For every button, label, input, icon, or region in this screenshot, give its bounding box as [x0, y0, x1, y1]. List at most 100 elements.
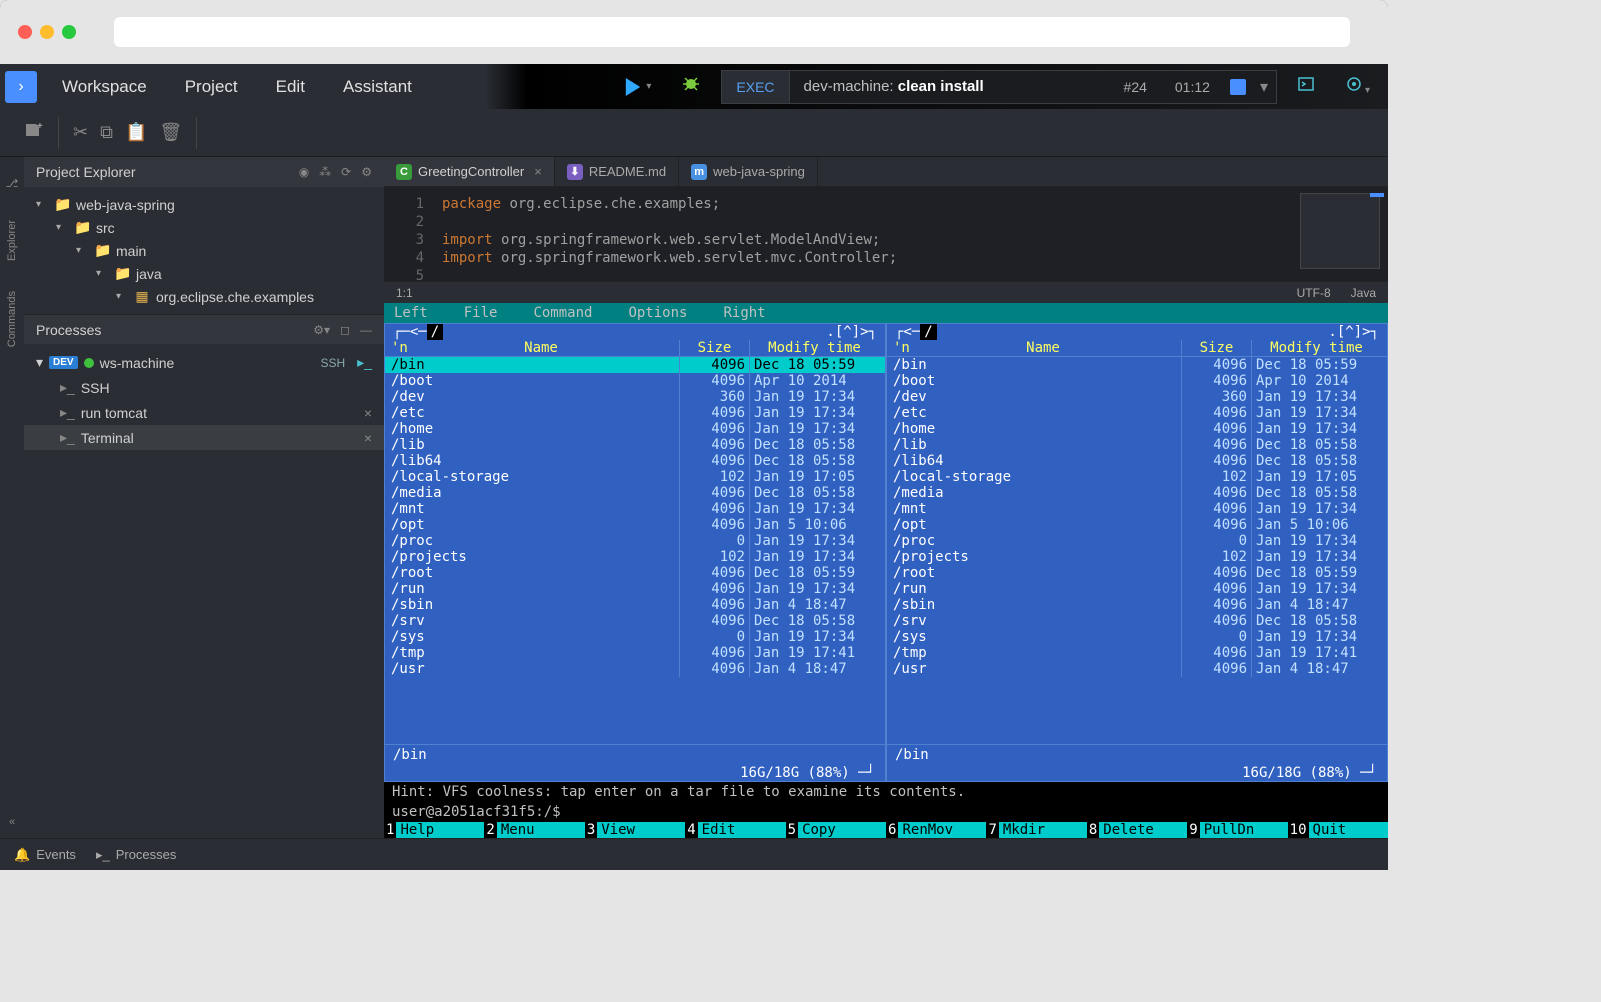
tree-node[interactable]: ▾📁main	[24, 239, 384, 262]
mc-menu-bar[interactable]: Left File Command Options Right	[384, 303, 1388, 323]
processes-minimize-icon[interactable]: —	[360, 323, 372, 337]
mc-fkey-3[interactable]: 3View	[585, 822, 685, 838]
mc-file-row[interactable]: /sys0Jan 19 17:34	[887, 629, 1387, 645]
editor-tab[interactable]: CGreetingController×	[384, 157, 555, 186]
collapse-rail-icon[interactable]: «	[9, 816, 15, 828]
menu-workspace[interactable]: Workspace	[62, 77, 147, 97]
code-editor[interactable]: 12345 package org.eclipse.che.examples; …	[384, 187, 1388, 281]
mc-file-row[interactable]: /sys0Jan 19 17:34	[385, 629, 885, 645]
mc-file-row[interactable]: /run4096Jan 19 17:34	[887, 581, 1387, 597]
mc-file-row[interactable]: /usr4096Jan 4 18:47	[385, 661, 885, 677]
expand-menu-button[interactable]: ›	[5, 71, 37, 103]
mc-file-row[interactable]: /dev360Jan 19 17:34	[887, 389, 1387, 405]
mc-col-name[interactable]: Name	[403, 340, 679, 356]
menu-project[interactable]: Project	[185, 77, 238, 97]
mc-fkey-9[interactable]: 9PullDn	[1187, 822, 1287, 838]
collapse-all-icon[interactable]: ⁂	[319, 165, 331, 179]
mc-file-row[interactable]: /media4096Dec 18 05:58	[887, 485, 1387, 501]
processes-maximize-icon[interactable]: ◻	[340, 323, 350, 337]
processes-tree[interactable]: ▾ DEV ws-machine SSH ▸_ ▸_SSH▸_run tomca…	[24, 344, 384, 456]
mc-col-mtime[interactable]: Modify time	[749, 340, 879, 356]
close-icon[interactable]: ×	[364, 405, 372, 421]
terminal[interactable]: Left File Command Options Right ┌─<─ /.[^]>┐…	[384, 303, 1388, 838]
mc-fkey-7[interactable]: 7Mkdir	[986, 822, 1086, 838]
mc-file-row[interactable]: /proc0Jan 19 17:34	[887, 533, 1387, 549]
mc-file-row[interactable]: /run4096Jan 19 17:34	[385, 581, 885, 597]
mc-col-size[interactable]: Size	[679, 340, 749, 356]
mc-fkey-10[interactable]: 10Quit	[1288, 822, 1388, 838]
mc-file-row[interactable]: /boot4096Apr 10 2014	[887, 373, 1387, 389]
editor-tab[interactable]: ⬇README.md	[555, 157, 679, 186]
paste-button[interactable]: 📋	[125, 122, 147, 143]
mc-file-row[interactable]: /opt4096Jan 5 10:06	[887, 517, 1387, 533]
mc-file-row[interactable]: /local-storage102Jan 19 17:05	[887, 469, 1387, 485]
mc-file-row[interactable]: /root4096Dec 18 05:59	[385, 565, 885, 581]
file-encoding[interactable]: UTF-8	[1297, 286, 1331, 300]
mc-file-row[interactable]: /lib4096Dec 18 05:58	[887, 437, 1387, 453]
mc-file-row[interactable]: /root4096Dec 18 05:59	[887, 565, 1387, 581]
cut-button[interactable]: ✂	[73, 122, 88, 143]
git-rail-icon[interactable]: ⎇	[6, 177, 19, 190]
mc-function-keys[interactable]: 1Help2Menu3View4Edit5Copy6RenMov7Mkdir8D…	[384, 822, 1388, 838]
minimap-toggle[interactable]	[1370, 193, 1384, 197]
processes-settings-icon[interactable]: ⚙▾	[313, 323, 330, 337]
mc-menu-left[interactable]: Left	[394, 305, 428, 321]
mc-menu-file[interactable]: File	[464, 305, 498, 321]
mc-file-row[interactable]: /usr4096Jan 4 18:47	[887, 661, 1387, 677]
mc-fkey-6[interactable]: 6RenMov	[886, 822, 986, 838]
mc-file-row[interactable]: /srv4096Dec 18 05:58	[887, 613, 1387, 629]
link-with-editor-icon[interactable]: ◉	[299, 165, 309, 179]
mc-prompt[interactable]: user@a2051acf31f5:/$	[384, 802, 1388, 822]
close-icon[interactable]: ×	[364, 430, 372, 446]
close-window-button[interactable]	[18, 25, 32, 39]
mc-file-row[interactable]: /tmp4096Jan 19 17:41	[887, 645, 1387, 661]
mc-file-row[interactable]: /projects102Jan 19 17:34	[385, 549, 885, 565]
mc-file-row[interactable]: /proc0Jan 19 17:34	[385, 533, 885, 549]
mc-file-row[interactable]: /sbin4096Jan 4 18:47	[385, 597, 885, 613]
commands-rail-tab[interactable]: Commands	[6, 291, 18, 347]
project-tree[interactable]: ▾📁web-java-spring▾📁src▾📁main▾📁java▾▦org.…	[24, 187, 384, 314]
mc-fkey-8[interactable]: 8Delete	[1087, 822, 1187, 838]
menu-assistant[interactable]: Assistant	[343, 77, 412, 97]
menu-edit[interactable]: Edit	[276, 77, 305, 97]
mc-file-row[interactable]: /sbin4096Jan 4 18:47	[887, 597, 1387, 613]
mc-file-row[interactable]: /home4096Jan 19 17:34	[887, 421, 1387, 437]
mc-fkey-1[interactable]: 1Help	[384, 822, 484, 838]
new-file-button[interactable]: +	[24, 121, 44, 144]
mc-file-row[interactable]: /projects102Jan 19 17:34	[887, 549, 1387, 565]
mc-file-row[interactable]: /local-storage102Jan 19 17:05	[385, 469, 885, 485]
mc-left-panel[interactable]: ┌─<─ /.[^]>┐ 'nNameSizeModify time /bin4…	[384, 323, 886, 782]
mc-menu-options[interactable]: Options	[628, 305, 687, 321]
ssh-label[interactable]: SSH	[320, 356, 345, 370]
exec-dropdown[interactable]: ▾	[1252, 77, 1276, 97]
tree-node[interactable]: ▾▦org.eclipse.che.examples	[24, 285, 384, 308]
exec-command-box[interactable]: EXEC dev-machine: clean install #24 01:1…	[721, 70, 1277, 104]
process-item[interactable]: ▸_SSH	[24, 375, 384, 400]
mc-fkey-4[interactable]: 4Edit	[685, 822, 785, 838]
editor-tab[interactable]: mweb-java-spring	[679, 157, 818, 186]
close-icon[interactable]: ×	[534, 164, 542, 179]
mc-file-row[interactable]: /home4096Jan 19 17:34	[385, 421, 885, 437]
mc-file-row[interactable]: /srv4096Dec 18 05:58	[385, 613, 885, 629]
mc-fkey-5[interactable]: 5Copy	[786, 822, 886, 838]
statusbar-events[interactable]: 🔔Events	[14, 847, 76, 863]
mc-right-panel[interactable]: ┌<─ /.[^]>┐ 'nNameSizeModify time /bin40…	[886, 323, 1388, 782]
new-terminal-icon[interactable]: ▸_	[357, 354, 372, 371]
statusbar-processes[interactable]: ▸_Processes	[96, 847, 176, 863]
mc-file-row[interactable]: /boot4096Apr 10 2014	[385, 373, 885, 389]
mc-file-row[interactable]: /bin4096Dec 18 05:59	[385, 357, 885, 373]
copy-button[interactable]: ⧉	[100, 122, 113, 143]
mc-file-row[interactable]: /tmp4096Jan 19 17:41	[385, 645, 885, 661]
mc-menu-command[interactable]: Command	[533, 305, 592, 321]
machine-node[interactable]: ▾ DEV ws-machine SSH ▸_	[24, 350, 384, 375]
mc-file-row[interactable]: /mnt4096Jan 19 17:34	[385, 501, 885, 517]
tree-node[interactable]: ▾📁src	[24, 216, 384, 239]
url-bar[interactable]	[114, 17, 1350, 47]
mc-file-row[interactable]: /dev360Jan 19 17:34	[385, 389, 885, 405]
mc-file-row[interactable]: /lib644096Dec 18 05:58	[385, 453, 885, 469]
refresh-icon[interactable]: ⟳	[341, 165, 351, 179]
mc-file-row[interactable]: /lib4096Dec 18 05:58	[385, 437, 885, 453]
tree-node[interactable]: ▾📁java	[24, 262, 384, 285]
mc-file-row[interactable]: /etc4096Jan 19 17:34	[887, 405, 1387, 421]
mc-menu-right[interactable]: Right	[723, 305, 765, 321]
